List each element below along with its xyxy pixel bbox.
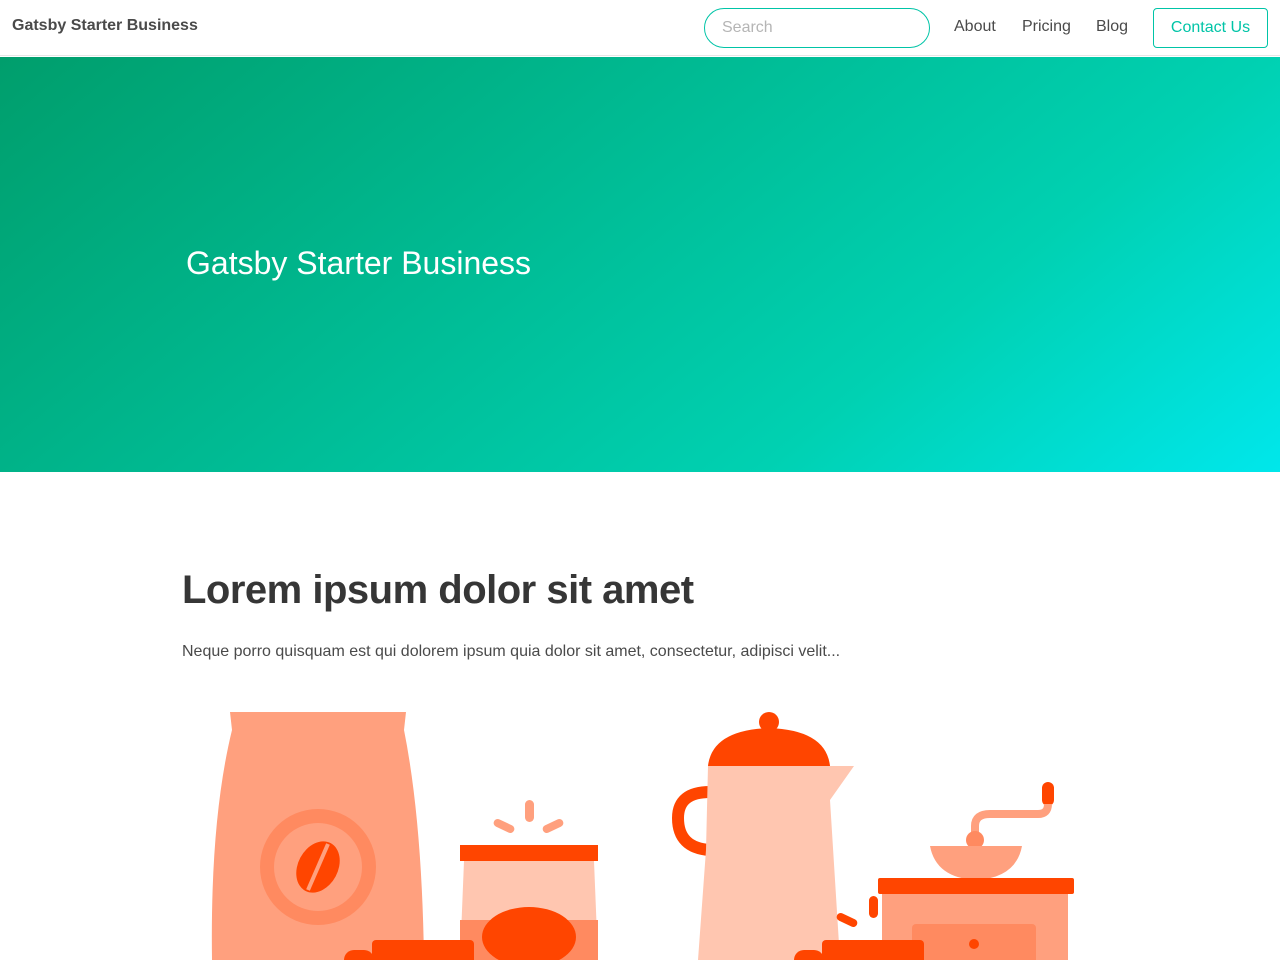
coffee-pot-and-grinder-illustration xyxy=(671,712,1074,960)
coffee-bag-and-jar-illustration xyxy=(211,712,598,960)
hero-banner: Gatsby Starter Business xyxy=(0,57,1280,472)
nav-link-about[interactable]: About xyxy=(954,18,996,36)
navbar: Gatsby Starter Business About Pricing Bl… xyxy=(0,0,1280,56)
section-description: Neque porro quisquam est qui dolorem ips… xyxy=(182,643,841,660)
nav-link-pricing[interactable]: Pricing xyxy=(1022,18,1071,36)
search-input[interactable] xyxy=(704,8,930,48)
brand-link[interactable]: Gatsby Starter Business xyxy=(12,17,198,35)
contact-us-button[interactable]: Contact Us xyxy=(1153,8,1268,48)
nav-link-blog[interactable]: Blog xyxy=(1096,18,1128,36)
section-heading: Lorem ipsum dolor sit amet xyxy=(182,568,694,612)
hero-title: Gatsby Starter Business xyxy=(186,245,532,281)
